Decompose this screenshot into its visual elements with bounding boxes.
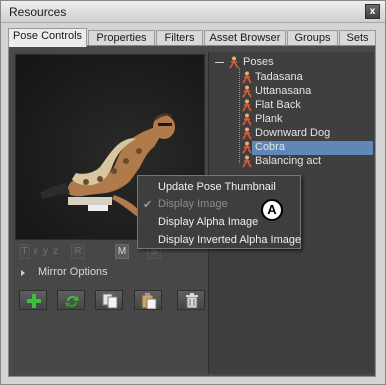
tree-root-poses[interactable]: Poses [213,56,373,70]
tab-label: Asset Browser [209,32,281,44]
add-icon [27,294,41,308]
trash-icon [186,293,198,309]
axis-label: z [53,246,58,257]
pose-figure-icon [242,113,252,126]
tree-item-cobra[interactable]: Cobra [209,141,375,155]
axis-button-t[interactable]: T [19,244,30,259]
tree-item-uttanasana[interactable]: Uttanasana [209,85,375,99]
delete-pose-button[interactable] [177,290,205,310]
collapse-icon [215,62,224,63]
close-button[interactable]: x [365,4,380,19]
tree-item-tadasana[interactable]: Tadasana [209,71,375,85]
paste-icon [141,293,157,309]
tree-item-balancing-act[interactable]: Balancing act [209,155,375,169]
callout-marker: A [261,199,283,221]
tab-bar: Pose Controls Properties Filters Asset B… [8,28,376,47]
menu-item-display-inverted-alpha-image[interactable]: Display Inverted Alpha Image [158,234,301,248]
pose-figure-icon [242,99,252,112]
axis-button-m[interactable]: M [115,244,129,259]
pose-toolbar [19,290,205,312]
checkmark-icon: ✔ [143,199,153,211]
pose-figure-icon [242,127,252,140]
axis-label: x [33,246,38,257]
mirror-options-label: Mirror Options [38,266,108,278]
tab-groups[interactable]: Groups [287,30,338,46]
copy-pose-button[interactable] [95,290,123,310]
tree-item-label: Flat Back [255,99,301,111]
tab-label: Groups [294,32,331,44]
tree-item-label: Plank [255,113,283,125]
tab-asset-browser[interactable]: Asset Browser [204,30,286,46]
tab-label: Properties [96,32,147,44]
paste-pose-button[interactable] [134,290,162,310]
tree-item-label: Uttanasana [255,85,312,97]
pose-figure-icon [242,141,252,154]
chevron-right-icon [21,270,25,276]
resources-window: Resources x Pose Controls Properties Fil… [0,0,386,385]
tree-item-label: Cobra [255,141,285,153]
refresh-icon [65,295,79,308]
callout-label: A [267,202,277,217]
menu-item-display-alpha-image[interactable]: Display Alpha Image [158,216,258,230]
pose-figure-icon [242,85,252,98]
tree-item-downward-dog[interactable]: Downward Dog [209,127,375,141]
refresh-pose-button[interactable] [57,290,85,310]
title-bar[interactable]: Resources x [1,1,385,23]
tab-label: Pose Controls [12,30,83,42]
tree-item-label: Balancing act [255,155,322,167]
axis-label: y [43,246,48,257]
close-icon: x [369,6,376,17]
tab-label: Sets [346,32,369,44]
axis-label: T [21,246,28,257]
add-pose-button[interactable] [19,290,47,310]
tab-pose-controls[interactable]: Pose Controls [8,28,87,47]
axis-button-z[interactable]: z [51,244,60,259]
axis-label: M [117,246,127,257]
tree-root-label: Poses [243,56,274,68]
tree-item-plank[interactable]: Plank [209,113,375,127]
pose-figure-icon [242,71,252,84]
tab-sets[interactable]: Sets [339,30,376,46]
tree-item-flat-back[interactable]: Flat Back [209,99,375,113]
menu-item-update-pose-thumbnail[interactable]: Update Pose Thumbnail [158,181,276,195]
window-title: Resources [9,5,67,19]
copy-icon [102,293,118,309]
tab-filters[interactable]: Filters [156,30,203,46]
tree-item-label: Tadasana [255,71,303,83]
axis-button-y[interactable]: y [41,244,50,259]
axis-label: R [74,246,82,257]
menu-item-display-image[interactable]: Display Image [158,198,228,212]
pose-figure-icon [242,155,252,168]
tree-item-label: Downward Dog [255,127,331,139]
pose-figure-icon [229,56,239,69]
axis-button-x[interactable]: x [31,244,40,259]
tab-properties[interactable]: Properties [88,30,155,46]
axis-button-r[interactable]: R [71,244,85,259]
tab-label: Filters [164,32,195,44]
